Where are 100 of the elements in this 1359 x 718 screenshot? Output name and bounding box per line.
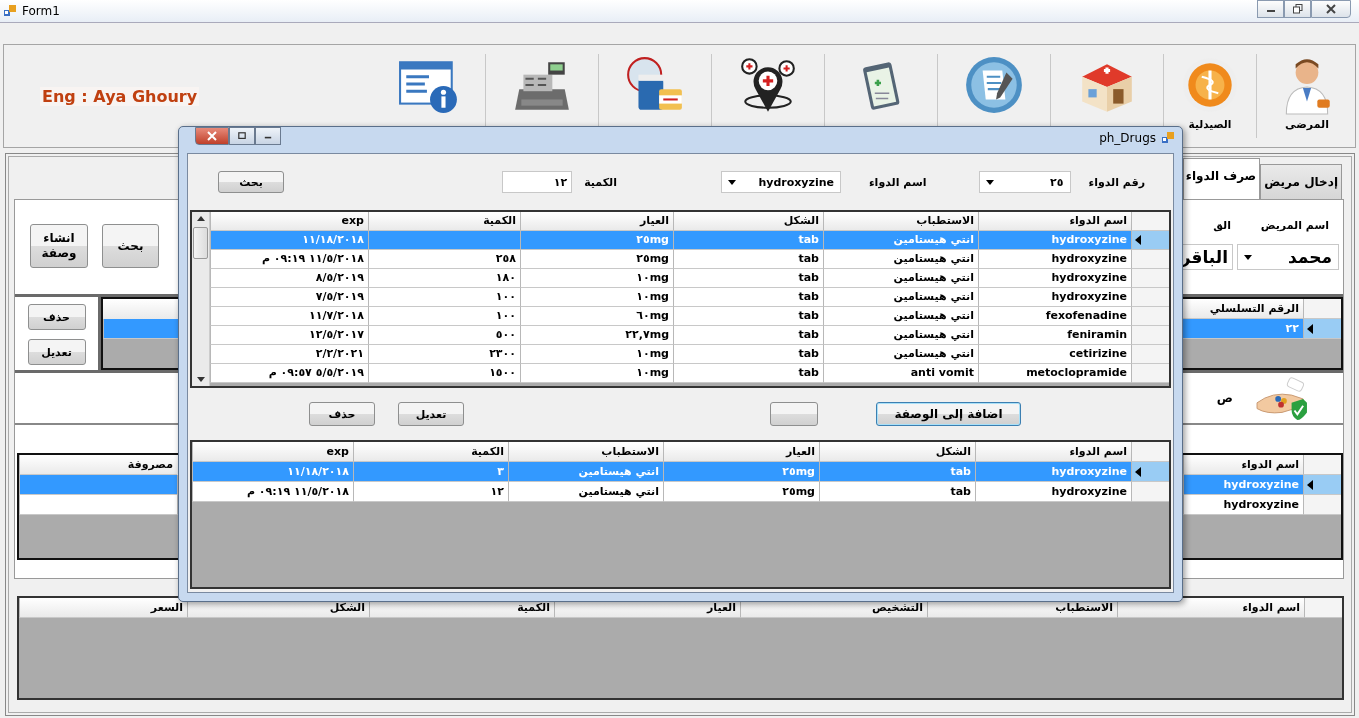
button[interactable]: حذف [309, 402, 375, 426]
row-header[interactable] [1303, 475, 1341, 495]
button[interactable] [770, 402, 818, 426]
table-cell: hydroxyzine [1183, 495, 1303, 515]
table-cell: fexofenadine [978, 307, 1131, 326]
restore-button[interactable] [1284, 0, 1311, 18]
table-cell: ٢٥mg [663, 462, 819, 482]
dropdown[interactable]: ٢٥ [978, 171, 1071, 193]
document-icon [963, 54, 1025, 116]
table-cell: ١٠٠ [368, 288, 520, 307]
table-cell: ١٠mg [520, 288, 673, 307]
column-header: اسم الدواء [975, 442, 1131, 462]
table-cell: ٢٥٨ [368, 250, 520, 269]
button[interactable]: اضافة إلى الوصفة [876, 402, 1021, 426]
table-cell: انتي هيستامين [823, 269, 978, 288]
vertical-scrollbar[interactable] [192, 212, 210, 386]
field-label: ص [1216, 391, 1233, 405]
table-cell: انتي هيستامين [823, 231, 978, 250]
table-cell: tab [819, 462, 975, 482]
toolbar-button[interactable]: الصيدلية [1166, 50, 1254, 142]
column-header: العيار [520, 212, 673, 231]
table-cell: metoclopramide [978, 364, 1131, 383]
minimize-button[interactable] [1257, 0, 1284, 18]
table-cell: انتي هيستامين [823, 345, 978, 364]
table-cell: tab [673, 250, 823, 269]
column-header: الاستطباب [508, 442, 663, 462]
column-header: اسم الدواء [1117, 598, 1304, 618]
table-cell: ١٠mg [520, 269, 673, 288]
table-cell: ١٠٠ [368, 307, 520, 326]
caret-icon [1244, 254, 1252, 260]
table-cell: ٢٢,٧mg [520, 326, 673, 345]
app-icon [1162, 132, 1174, 144]
window-title: ph_Drugs [1099, 131, 1156, 145]
column-header: الشكل [673, 212, 823, 231]
close-button[interactable] [195, 127, 229, 145]
table-cell: ١٢/٥/٢٠١٧ [210, 326, 368, 345]
table-cell: cetirizine [978, 345, 1131, 364]
column-header: السعر [19, 598, 187, 618]
tab[interactable]: صرف الدواء [1182, 158, 1261, 199]
table-cell: انتي هيستامين [823, 307, 978, 326]
window-title: Form1 [22, 4, 60, 18]
caret-icon [985, 179, 994, 185]
current-row-icon [1135, 235, 1141, 245]
close-button[interactable] [1311, 0, 1351, 18]
header-corner [1303, 455, 1341, 475]
table-cell: hydroxyzine [978, 288, 1131, 307]
table-cell: ٦٠mg [520, 307, 673, 326]
table-cell: tab [673, 345, 823, 364]
table-cell: ٢٥mg [520, 231, 673, 250]
scroll-thumb[interactable] [193, 227, 208, 259]
column-header: العيار [663, 442, 819, 462]
table-cell: ١٠mg [520, 345, 673, 364]
table-cell: hydroxyzine [975, 482, 1131, 502]
table-cell: ١٢ [353, 482, 508, 502]
button[interactable]: تعديل [398, 402, 464, 426]
scroll-down-icon [196, 377, 205, 382]
row-header[interactable] [1131, 462, 1169, 482]
dropdown[interactable]: محمد [1237, 244, 1339, 270]
table-cell: ١١/٥/٢٠١٨ ٠٩:١٩ م [210, 250, 368, 269]
table-cell: انتي هيستامين [823, 288, 978, 307]
table-cell: anti vomit [823, 364, 978, 383]
column-header: exp [192, 442, 353, 462]
column-header: exp [210, 212, 368, 231]
table-cell: hydroxyzine [978, 231, 1131, 250]
table-cell: feniramin [978, 326, 1131, 345]
table-cell: ٢٣٠٠ [368, 345, 520, 364]
table-cell: hydroxyzine [975, 462, 1131, 482]
dropdown[interactable]: hydroxyzine [721, 171, 841, 193]
field-label: اسم المريض [1259, 218, 1330, 234]
table-cell: ١٨٠ [368, 269, 520, 288]
table-cell: ٨/٥/٢٠١٩ [210, 269, 368, 288]
maximize-icon [237, 132, 247, 140]
button[interactable]: انشاء وصفة [30, 224, 88, 268]
button[interactable]: تعديل [27, 339, 86, 365]
row-header[interactable] [1131, 231, 1169, 250]
button[interactable]: حذف [27, 304, 86, 330]
table-cell: ٥٠٠ [368, 326, 520, 345]
button[interactable]: بحث [102, 224, 159, 268]
table-cell: ١١/١٨/٢٠١٨ [192, 462, 353, 482]
maximize-button[interactable] [229, 127, 255, 145]
row-header[interactable] [1303, 319, 1341, 339]
table-cell: tab [673, 364, 823, 383]
text-field[interactable]: ١٢ [502, 171, 573, 193]
field-label: اسم الدواء [869, 175, 927, 189]
field-label: الكمية [584, 175, 617, 189]
table-cell: ١٠mg [520, 364, 673, 383]
table-cell: hydroxyzine [978, 250, 1131, 269]
column-header: الشكل [819, 442, 975, 462]
table-cell: ١١/٧/٢٠١٨ [210, 307, 368, 326]
close-icon [1326, 4, 1336, 14]
current-row-icon [1135, 466, 1141, 477]
button[interactable]: بحث [218, 171, 284, 193]
column-header: اسم الدواء [978, 212, 1131, 231]
table-cell: tab [673, 288, 823, 307]
column-header: الكمية [353, 442, 508, 462]
table-cell: hydroxyzine [1183, 475, 1303, 495]
toolbar-button[interactable]: المرضى [1259, 50, 1355, 142]
app-icon [4, 5, 16, 17]
table-cell: ١١/١٨/٢٠١٨ [210, 231, 368, 250]
tab[interactable]: إدخال مريض [1260, 164, 1342, 199]
